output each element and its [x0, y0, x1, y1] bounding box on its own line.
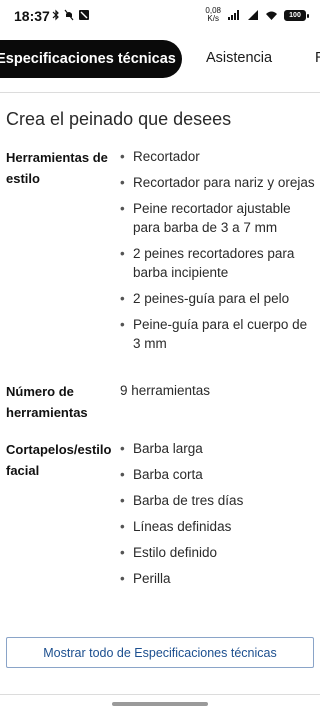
spec-list: • Recortador • Recortador para nariz y ore…: [120, 147, 316, 360]
tab-bar: Especificaciones técnicas Asistencia R: [0, 40, 320, 78]
signal-icon: [248, 10, 258, 20]
mute-icon: [64, 9, 74, 21]
spec-list: • Barba larga • Barba corta • Barba de tres…: [120, 439, 316, 595]
battery-icon: 100: [284, 9, 309, 21]
list-item: • 2 peines-guía para el pelo: [120, 291, 290, 306]
status-bar: 18:37 0,08 K/s 100: [0, 0, 320, 32]
list-item: • Líneas definidas: [120, 519, 232, 534]
home-indicator[interactable]: [112, 702, 208, 706]
spec-value: 9 herramientas: [120, 383, 211, 398]
list-item: • Recortador para nariz y orejas: [120, 175, 315, 190]
cast-icon: [79, 10, 89, 20]
tab-divider: [0, 92, 320, 93]
show-all-label: Mostrar todo de Especificaciones técnica…: [43, 645, 277, 660]
section-title: Crea el peinado que desees: [6, 109, 232, 129]
list-item: • Recortador: [120, 149, 200, 164]
network-speed: 0,08 K/s: [205, 6, 221, 23]
list-item: • 2 peines recortadores para barba incipi…: [120, 246, 295, 280]
status-time: 18:37: [14, 8, 50, 24]
bottom-divider: [0, 694, 320, 695]
spec-label: Herramientas de estilo: [6, 150, 108, 186]
list-item: • Peine-guía para el cuerpo de 3 mm: [120, 317, 308, 351]
status-icons-right: 0,08 K/s 100: [205, 6, 309, 23]
list-item: • Barba corta: [120, 467, 203, 482]
tab-partial[interactable]: R: [315, 50, 320, 66]
list-item: • Barba de tres días: [120, 493, 244, 508]
spec-label: Número de herramientas: [6, 384, 88, 420]
list-item: • Estilo definido: [120, 545, 218, 560]
tab-especificaciones-tecnicas[interactable]: Especificaciones técnicas: [0, 40, 182, 78]
wifi-icon: [266, 11, 277, 20]
tab-asistencia[interactable]: Asistencia: [206, 50, 272, 66]
show-all-specs-button[interactable]: Mostrar todo de Especificaciones técnica…: [6, 637, 314, 668]
signal-4g-icon: [228, 10, 239, 20]
list-item: • Perilla: [120, 571, 171, 586]
list-item: • Barba larga: [120, 441, 203, 456]
spec-label: Cortapelos/estilo facial: [6, 442, 112, 478]
bluetooth-icon: [52, 9, 59, 21]
status-icons-left: [52, 9, 90, 21]
list-item: • Peine recortador ajustable para barba d…: [120, 201, 291, 235]
tab-label: Especificaciones técnicas: [0, 51, 176, 67]
